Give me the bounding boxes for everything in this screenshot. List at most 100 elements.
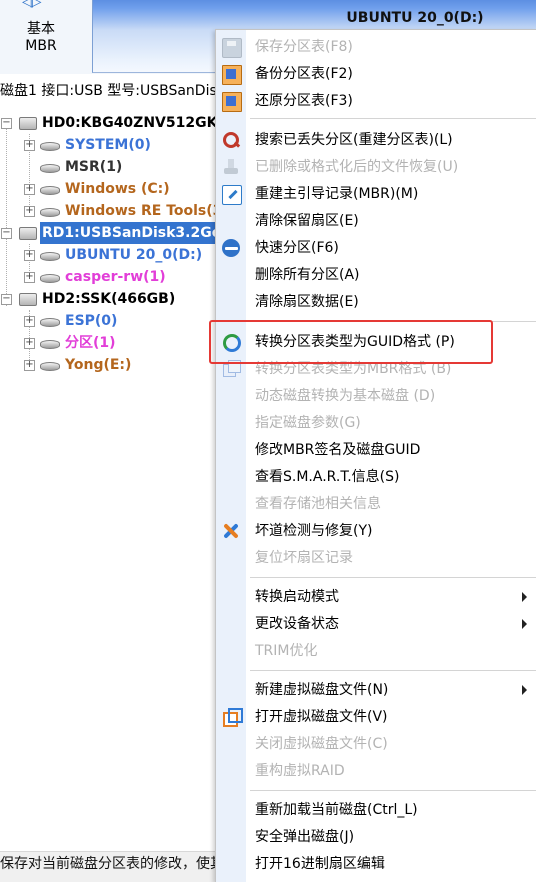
menu-item-backup-partition-table[interactable]: 备份分区表(F2) xyxy=(216,61,536,88)
partition-icon xyxy=(40,318,60,327)
menu-item-hex-editor[interactable]: 打开16进制扇区编辑 xyxy=(216,851,536,878)
menu-item-reset-bad-sectors[interactable]: 复位坏扇区记录 xyxy=(216,545,536,572)
menu-item-label: 转换启动模式 xyxy=(255,589,339,605)
partition-icon xyxy=(40,142,60,151)
menu-item-restore-partition-table[interactable]: 还原分区表(F3) xyxy=(216,88,536,115)
menu-item-quick-partition[interactable]: 快速分区(F6) xyxy=(216,235,536,262)
menu-item-save-partition-table[interactable]: 保存分区表(F8) xyxy=(216,34,536,61)
menu-item-dynamic-to-basic[interactable]: 动态磁盘转换为基本磁盘 (D) xyxy=(216,383,536,410)
tree-partition-label: UBUNTU 20_0(D:) xyxy=(65,247,203,263)
menu-item-device-status[interactable]: 更改设备状态 xyxy=(216,611,536,638)
disk-tree: − HD0:KBG40ZNV512GKIOXIA + SYSTEM(0) MSR… xyxy=(0,108,216,398)
menu-item-label: 重构虚拟RAID xyxy=(255,763,345,779)
tools-icon xyxy=(222,522,240,540)
highlight-box xyxy=(209,320,493,364)
menu-item-bad-sector-check[interactable]: 坏道检测与修复(Y) xyxy=(216,518,536,545)
submenu-arrow-icon xyxy=(522,592,527,602)
menu-item-label: 指定磁盘参数(G) xyxy=(255,415,361,431)
menu-item-label: 关闭虚拟磁盘文件(C) xyxy=(255,736,388,752)
menu-item-label: 删除所有分区(A) xyxy=(255,267,360,283)
partition-icon xyxy=(40,274,60,283)
tree-partition-label: SYSTEM(0) xyxy=(65,137,151,153)
partition-icon xyxy=(40,164,60,173)
submenu-arrow-icon xyxy=(522,619,527,629)
tree-disk-label: HD0:KBG40ZNV512GKIOXIA xyxy=(42,115,216,131)
menu-item-label: 安全弹出磁盘(J) xyxy=(255,829,355,845)
menu-item-label: 复位坏扇区记录 xyxy=(255,550,353,566)
menu-item-boot-mode[interactable]: 转换启动模式 xyxy=(216,584,536,611)
basic-mbr-button[interactable]: ◁▷ 基本 MBR xyxy=(0,0,82,74)
tree-partition-label: Yong(E:) xyxy=(65,357,132,373)
tree-disk-label: RD1:USBSanDisk3.2Gen1 xyxy=(40,222,216,244)
menu-item-modify-mbr-signature[interactable]: 修改MBR签名及磁盘GUID xyxy=(216,437,536,464)
tree-partition-label: ESP(0) xyxy=(65,313,118,329)
context-menu: 保存分区表(F8) 备份分区表(F2) 还原分区表(F3) 搜索已丢失分区(重建… xyxy=(215,29,536,882)
menu-item-label: 还原分区表(F3) xyxy=(255,93,353,109)
menu-item-label: 清除保留扇区(E) xyxy=(255,213,359,229)
menu-item-label: 清除扇区数据(E) xyxy=(255,294,359,310)
menu-item-new-virtual-disk[interactable]: 新建虚拟磁盘文件(N) xyxy=(216,677,536,704)
menu-item-open-virtual-disk[interactable]: 打开虚拟磁盘文件(V) xyxy=(216,704,536,731)
restore-partition-table-icon xyxy=(222,92,242,112)
partition-icon xyxy=(40,362,60,371)
menu-item-clear-sector-data[interactable]: 清除扇区数据(E) xyxy=(216,289,536,316)
save-icon xyxy=(222,38,242,58)
menu-item-label: 打开16进制扇区编辑 xyxy=(255,856,385,872)
partition-icon xyxy=(40,252,60,261)
menu-separator xyxy=(250,790,536,791)
submenu-arrow-icon xyxy=(522,685,527,695)
quick-partition-icon xyxy=(222,239,240,257)
menu-item-storage-pool-info[interactable]: 查看存储池相关信息 xyxy=(216,491,536,518)
tree-disk-label: HD2:SSK(466GB) xyxy=(42,291,176,307)
menu-item-disk-parameters[interactable]: 指定磁盘参数(G) xyxy=(216,410,536,437)
tree-partition-label: casper-rw(1) xyxy=(65,269,166,285)
backup-partition-table-icon xyxy=(222,65,242,85)
menu-item-label: 备份分区表(F2) xyxy=(255,66,353,82)
menu-item-delete-all-partitions[interactable]: 删除所有分区(A) xyxy=(216,262,536,289)
tree-partition-label: 分区(1) xyxy=(65,335,116,351)
basic-mbr-label-line1: 基本 xyxy=(27,21,55,37)
menu-item-eject-disk[interactable]: 安全弹出磁盘(J) xyxy=(216,824,536,851)
menu-item-file-recovery[interactable]: 已删除或格式化后的文件恢复(U) xyxy=(216,154,536,181)
menu-item-label: 更改设备状态 xyxy=(255,616,339,632)
menu-separator xyxy=(250,670,536,671)
menu-item-smart-info[interactable]: 查看S.M.A.R.T.信息(S) xyxy=(216,464,536,491)
partition-map-title: UBUNTU 20_0(D:) xyxy=(346,10,484,26)
menu-item-label: 查看S.M.A.R.T.信息(S) xyxy=(255,469,400,485)
tree-partition-label: MSR(1) xyxy=(65,159,123,175)
basic-mbr-label-line2: MBR xyxy=(25,38,57,54)
menu-item-clear-reserved-sectors[interactable]: 清除保留扇区(E) xyxy=(216,208,536,235)
menu-item-reload-disk[interactable]: 重新加载当前磁盘(Ctrl_L) xyxy=(216,797,536,824)
search-icon xyxy=(222,131,240,149)
convert-arrows-icon: ◁▷ xyxy=(22,0,41,10)
menu-item-label: TRIM优化 xyxy=(255,643,318,659)
menu-item-label: 查看存储池相关信息 xyxy=(255,496,381,512)
tree-partition-label: Windows RE Tools(3) xyxy=(65,203,216,219)
menu-item-label: 保存分区表(F8) xyxy=(255,39,353,55)
partition-icon xyxy=(40,340,60,349)
menu-item-label: 重新加载当前磁盘(Ctrl_L) xyxy=(255,802,418,818)
menu-item-rebuild-raid[interactable]: 重构虚拟RAID xyxy=(216,758,536,785)
menu-separator xyxy=(250,577,536,578)
menu-item-label: 坏道检测与修复(Y) xyxy=(255,523,373,539)
menu-item-label: 修改MBR签名及磁盘GUID xyxy=(255,442,421,458)
menu-item-trim[interactable]: TRIM优化 xyxy=(216,638,536,665)
virtual-disk-icon xyxy=(222,708,243,727)
disk-icon xyxy=(19,227,37,240)
partition-icon xyxy=(40,208,60,217)
edit-icon xyxy=(222,185,242,205)
menu-item-rebuild-mbr[interactable]: 重建主引导记录(MBR)(M) xyxy=(216,181,536,208)
menu-item-label: 重建主引导记录(MBR)(M) xyxy=(255,186,419,202)
menu-item-close-virtual-disk[interactable]: 关闭虚拟磁盘文件(C) xyxy=(216,731,536,758)
file-recovery-icon xyxy=(222,158,240,176)
menu-item-label: 已删除或格式化后的文件恢复(U) xyxy=(255,159,459,175)
menu-item-label: 打开虚拟磁盘文件(V) xyxy=(255,709,388,725)
partition-icon xyxy=(40,186,60,195)
disk-icon xyxy=(19,293,37,306)
menu-item-label: 搜索已丢失分区(重建分区表)(L) xyxy=(255,132,453,148)
menu-separator xyxy=(250,118,536,119)
menu-item-search-lost-partitions[interactable]: 搜索已丢失分区(重建分区表)(L) xyxy=(216,127,536,154)
menu-item-label: 快速分区(F6) xyxy=(255,240,339,256)
disk-icon xyxy=(19,117,37,130)
tree-partition-label: Windows (C:) xyxy=(65,181,170,197)
